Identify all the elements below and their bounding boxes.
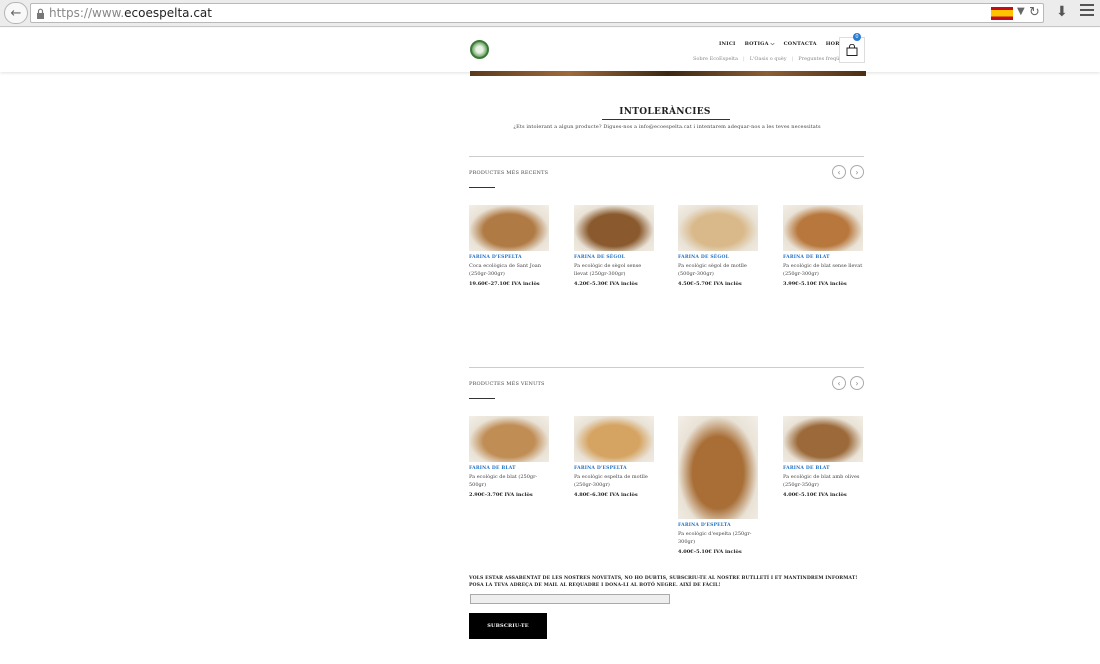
lock-icon [37, 8, 44, 19]
product-name[interactable]: Pa ecològic espelta de motlle (250gr-300… [574, 473, 656, 489]
newsletter-text: VOLS ESTAR ASSABENTAT DE LES NOSTRES NOV… [469, 576, 858, 588]
product-name[interactable]: Pa ecològic sègol de motlle (500gr-300gr… [678, 262, 760, 278]
product-price: 4.00€–5.10€ IVA inclòs [678, 549, 742, 555]
nav-contacta[interactable]: CONTACTA [784, 41, 817, 47]
product-category[interactable]: FARINA DE BLAT [783, 466, 865, 471]
product-image[interactable] [678, 416, 758, 519]
product-card[interactable]: FARINA DE BLAT Pa ecològic de blat sense… [783, 205, 865, 287]
product-name[interactable]: Coca ecològica de Sant Joan (250gr-300gr… [469, 262, 551, 278]
product-name[interactable]: Pa ecològic de blat amb olives (250gr-35… [783, 473, 865, 489]
nav-inici[interactable]: INICI [719, 41, 736, 47]
product-card[interactable]: FARINA DE BLAT Pa ecològic de blat amb o… [783, 416, 865, 498]
product-name[interactable]: Pa ecològic de blat (250gr-500gr) [469, 473, 551, 489]
product-name[interactable]: Pa ecològic de blat sense llevat (250gr-… [783, 262, 865, 278]
product-image[interactable] [574, 416, 654, 462]
dropdown-arrow-icon[interactable]: ▼ [1017, 6, 1025, 17]
hamburger-menu-icon[interactable] [1080, 4, 1094, 16]
intolerancies-text: ¿Ets intolerant a algun producte? Digues… [513, 124, 821, 130]
subnav-sobre[interactable]: Sobre EcoEspelta [693, 56, 738, 62]
carousel-next-button[interactable]: › [850, 376, 864, 390]
cart-count-badge: 0 [853, 33, 861, 41]
subnav-separator: | [791, 56, 794, 62]
url-text: https://www.ecoespelta.cat [49, 6, 212, 20]
browser-toolbar: ← https://www.ecoespelta.cat ▼ ↻ ⬇ [0, 0, 1100, 27]
product-name[interactable]: Pa ecològic d'espelta (250gr-300gr) [678, 530, 760, 546]
product-card[interactable]: FARINA D'ESPELTA Pa ecològic d'espelta (… [678, 416, 760, 555]
main-nav: INICI BOTIGA ⌵ CONTACTA HORARIS [719, 41, 854, 47]
ecoespelta-logo[interactable] [470, 40, 489, 59]
product-image[interactable] [678, 205, 758, 251]
subnav-separator: | [743, 56, 745, 62]
carousel-next-button[interactable]: › [850, 165, 864, 179]
product-category[interactable]: FARINA DE BLAT [783, 255, 865, 260]
product-image[interactable] [783, 205, 863, 251]
product-category[interactable]: FARINA DE SÈGOL [574, 255, 656, 260]
product-price: 3.99€–5.10€ IVA inclòs [783, 281, 847, 287]
product-price: 2.90€–3.70€ IVA inclòs [469, 492, 533, 498]
product-card[interactable]: FARINA DE BLAT Pa ecològic de blat (250g… [469, 416, 551, 498]
product-category[interactable]: FARINA D'ESPELTA [678, 523, 760, 528]
recent-products-title: PRODUCTES MÉS RECENTS [469, 170, 549, 176]
product-price: 19.60€–27.10€ IVA inclòs [469, 281, 540, 287]
product-card[interactable]: FARINA DE SÈGOL Pa ecològic de sègol sen… [574, 205, 656, 287]
url-bar[interactable]: https://www.ecoespelta.cat ▼ ↻ [30, 3, 1044, 23]
product-image[interactable] [469, 205, 549, 251]
product-card[interactable]: FARINA DE SÈGOL Pa ecològic sègol de mot… [678, 205, 760, 287]
product-image[interactable] [469, 416, 549, 462]
product-card[interactable]: FARINA D'ESPELTA Pa ecològic espelta de … [574, 416, 656, 498]
product-category[interactable]: FARINA D'ESPELTA [574, 466, 656, 471]
product-category[interactable]: FARINA D'ESPELTA [469, 255, 551, 260]
product-price: 4.20€–5.30€ IVA inclòs [574, 281, 638, 287]
carousel-prev-button[interactable]: ‹ [832, 165, 846, 179]
banner-image [470, 71, 866, 76]
product-price: 4.50€–5.70€ IVA inclòs [678, 281, 742, 287]
product-price: 4.80€–6.30€ IVA inclòs [574, 492, 638, 498]
product-card[interactable]: FARINA D'ESPELTA Coca ecològica de Sant … [469, 205, 551, 287]
title-underline [602, 119, 730, 120]
section-divider [469, 156, 864, 157]
reload-icon[interactable]: ↻ [1029, 5, 1040, 20]
section-underline [469, 398, 495, 399]
product-category[interactable]: FARINA DE BLAT [469, 466, 551, 471]
secondary-nav: Sobre EcoEspelta | L'Oasis o quèy | Preg… [693, 56, 856, 62]
bestseller-products-title: PRODUCTES MÉS VENUTS [469, 381, 545, 387]
section-underline [469, 187, 495, 188]
nav-botiga[interactable]: BOTIGA ⌵ [745, 41, 775, 47]
cart-button[interactable] [839, 37, 865, 63]
product-image[interactable] [783, 416, 863, 462]
download-icon[interactable]: ⬇ [1056, 4, 1068, 20]
product-price: 4.00€–5.10€ IVA inclòs [783, 492, 847, 498]
subscribe-button[interactable]: SUBSCRIU-TE [469, 613, 547, 639]
site-header: INICI BOTIGA ⌵ CONTACTA HORARIS Sobre Ec… [0, 28, 1100, 72]
shopping-bag-icon [846, 44, 858, 56]
product-name[interactable]: Pa ecològic de sègol sense llevat (250gr… [574, 262, 656, 278]
product-category[interactable]: FARINA DE SÈGOL [678, 255, 760, 260]
carousel-prev-button[interactable]: ‹ [832, 376, 846, 390]
spanish-flag-icon[interactable] [991, 7, 1013, 20]
email-input[interactable] [470, 594, 670, 604]
back-arrow-icon[interactable]: ← [4, 2, 28, 24]
subnav-oasis[interactable]: L'Oasis o quèy [750, 56, 787, 62]
section-divider [469, 367, 864, 368]
product-image[interactable] [574, 205, 654, 251]
intolerancies-title: INTOLERÀNCIES [619, 107, 711, 117]
